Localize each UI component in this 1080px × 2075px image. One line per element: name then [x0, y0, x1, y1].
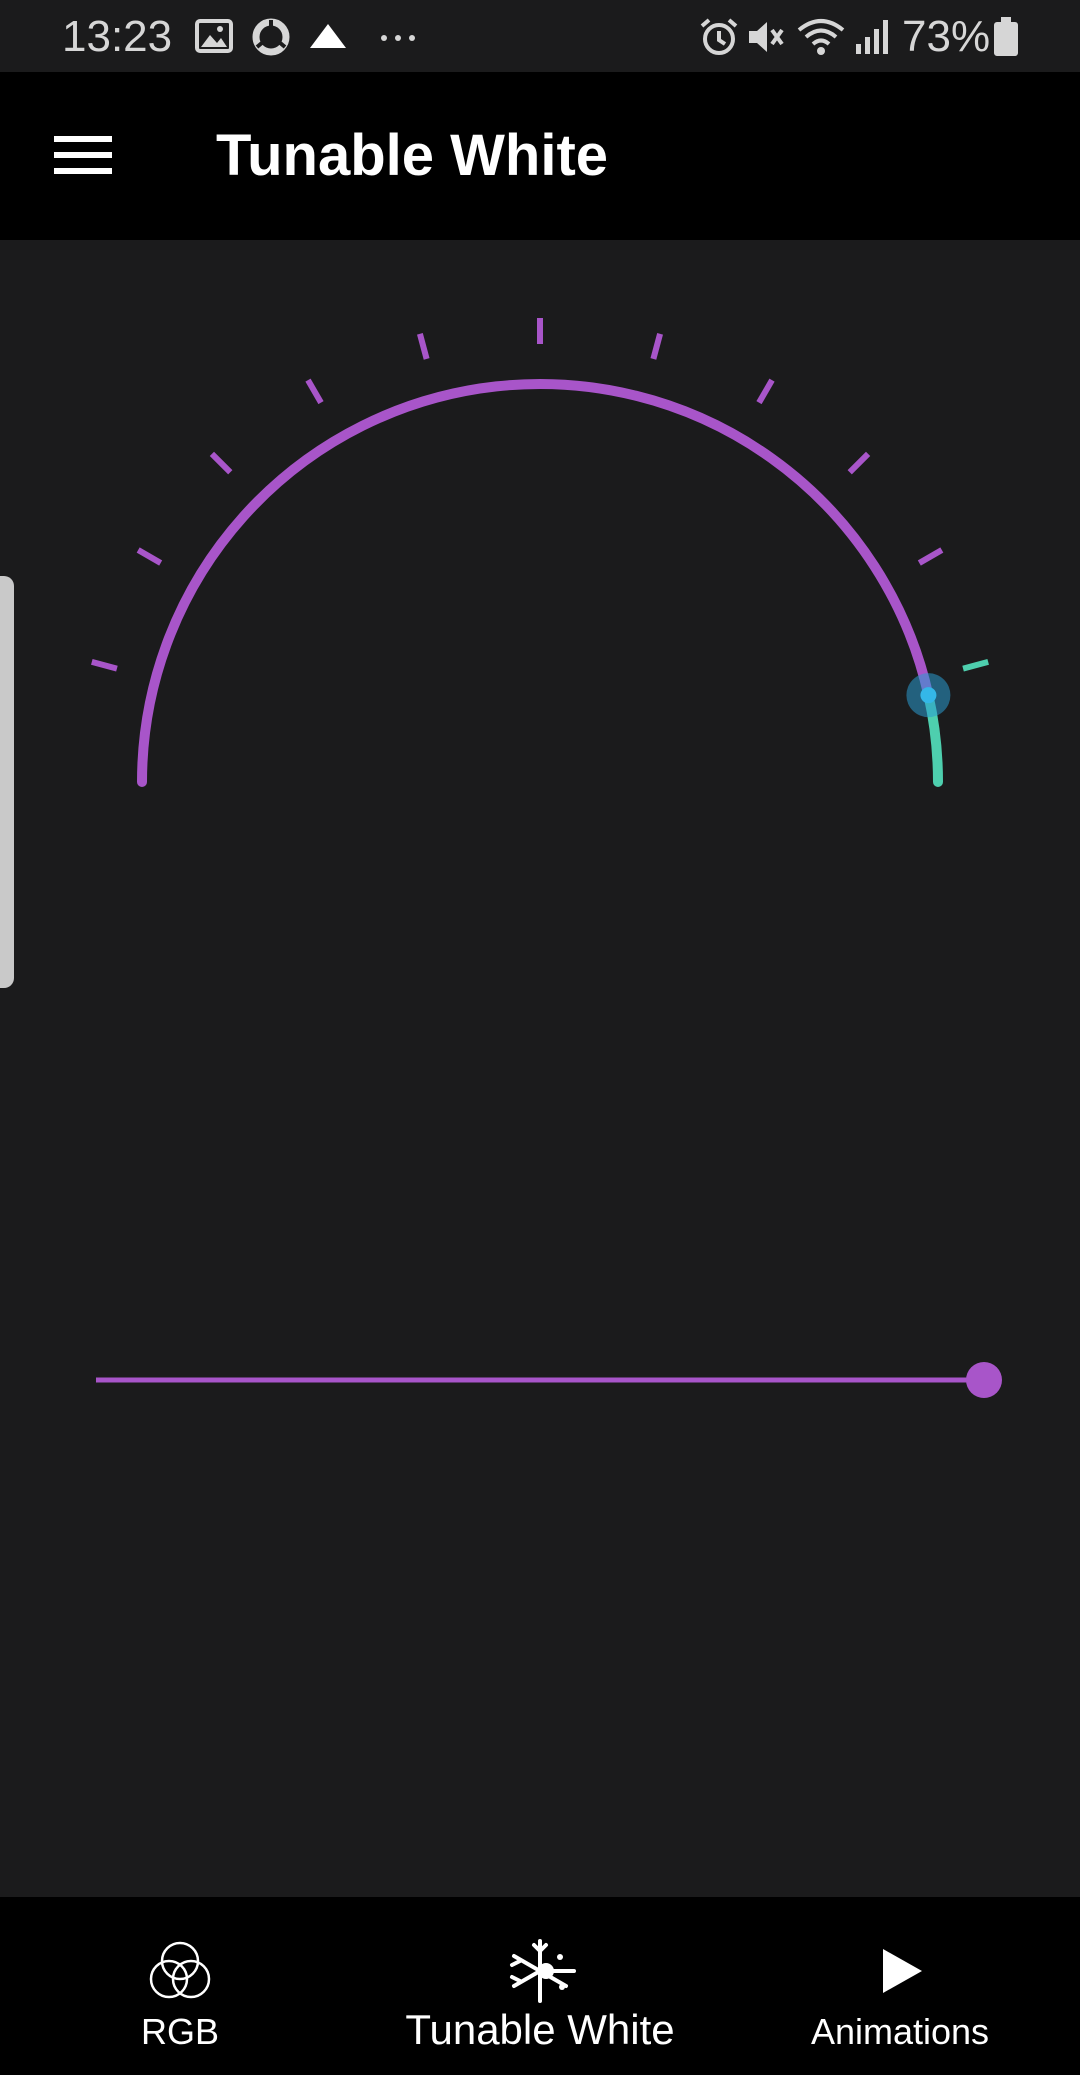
rgb-circles-icon: [149, 1941, 211, 1999]
dial-tick: [136, 547, 163, 566]
alarm-icon: [700, 18, 738, 55]
dial-tick: [962, 659, 989, 672]
slider-thumb[interactable]: [966, 1362, 1002, 1398]
nav-item-rgb[interactable]: RGB: [80, 1897, 280, 2075]
dial-tick: [305, 378, 324, 405]
more-dots-icon: [381, 35, 415, 41]
nav-item-tunable-white[interactable]: Tunable White: [380, 1897, 700, 2075]
dial-tick: [209, 451, 233, 475]
battery-percentage: 73%: [902, 12, 991, 61]
brightness-slider[interactable]: [80, 1350, 1020, 1410]
status-bar: 13:23 73%: [0, 0, 1080, 72]
nav-label-animations: Animations: [810, 2011, 990, 2052]
dial-tick: [917, 547, 944, 566]
dial-track[interactable]: [137, 379, 934, 787]
dial-tick: [756, 378, 775, 405]
play-icon: [883, 1949, 922, 1993]
snowflake-sun-icon: [510, 1939, 576, 2003]
dial-thumb[interactable]: [920, 687, 937, 704]
mute-icon: [749, 22, 784, 52]
drive-icon: [310, 24, 346, 48]
wifi-icon: [797, 19, 845, 55]
app-bar: Tunable White: [0, 72, 1080, 240]
status-time: 13:23: [62, 12, 173, 61]
dial-tick: [417, 333, 430, 360]
gallery-icon: [195, 19, 233, 53]
dial-tick: [91, 659, 118, 672]
dial-tick: [650, 333, 663, 360]
dial-ticks: [91, 318, 989, 672]
dial-tick: [847, 451, 871, 475]
bottom-navigation: RGB Tunable White Animations: [0, 1897, 1080, 2075]
sync-icon: [252, 18, 290, 56]
battery-icon: [994, 17, 1018, 56]
signal-icon: [856, 20, 888, 54]
color-temperature-dial[interactable]: [0, 240, 1080, 880]
nav-label-tunable-white: Tunable White: [405, 2006, 675, 2053]
nav-label-rgb: RGB: [140, 2011, 219, 2052]
nav-item-animations[interactable]: Animations: [790, 1897, 1010, 2075]
hamburger-menu-icon[interactable]: [40, 112, 126, 198]
page-title: Tunable White: [216, 123, 609, 188]
